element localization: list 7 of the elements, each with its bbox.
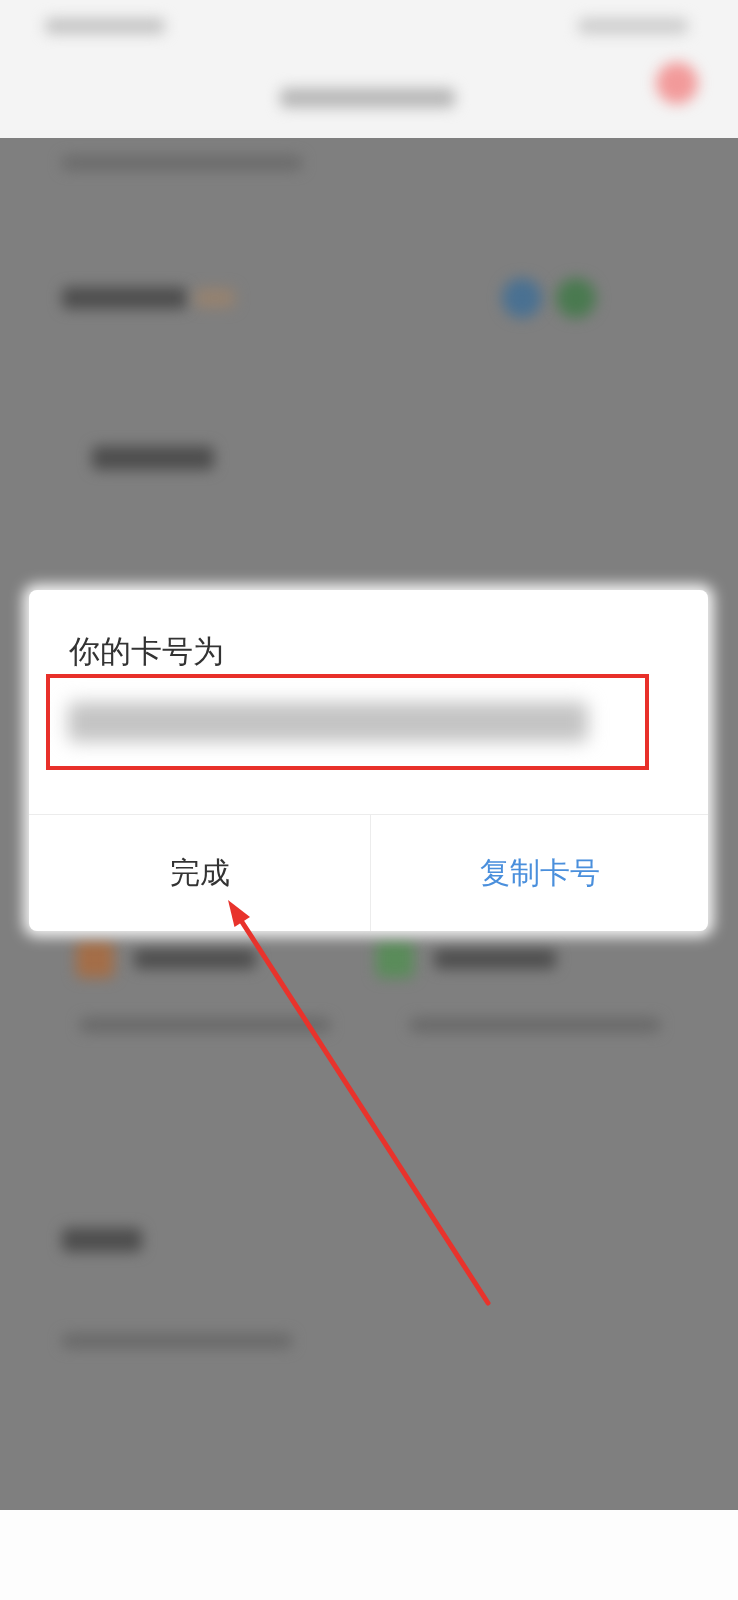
- dialog-title: 你的卡号为: [69, 632, 224, 670]
- blurred-circle-icon: [556, 278, 596, 318]
- dialog-button[interactable]: 完成: [29, 815, 370, 931]
- blurred-circle-icon: [502, 278, 542, 318]
- blurred-icon: [376, 940, 414, 978]
- blurred-badge-icon: [656, 62, 698, 104]
- blurred-icon: [76, 940, 114, 978]
